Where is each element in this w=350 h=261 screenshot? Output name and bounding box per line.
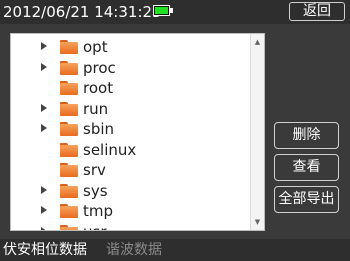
tab-voltage-current-phase[interactable]: 伏安相位数据 xyxy=(3,239,87,261)
folder-name: run xyxy=(83,99,109,118)
folder-name: tmp xyxy=(83,202,114,220)
file-list-item[interactable]: srv xyxy=(11,160,251,180)
folder-name: selinux xyxy=(83,140,137,159)
datetime-display: 2012/06/21 14:31:23 xyxy=(3,3,162,21)
battery-tip xyxy=(170,8,173,13)
expand-arrow-icon[interactable] xyxy=(41,206,47,214)
scroll-down-icon[interactable]: ▼ xyxy=(252,217,263,227)
expand-arrow-icon[interactable] xyxy=(41,124,47,132)
folder-icon xyxy=(60,60,78,75)
file-list: opt proc root run sbin selinux srv sys tmp usr xyxy=(11,34,250,230)
folder-name: usr xyxy=(83,222,107,231)
file-browser-panel[interactable]: opt proc root run sbin selinux srv sys tmp usr ▲ … xyxy=(10,33,265,231)
folder-name: sys xyxy=(83,181,108,200)
tab-harmonic[interactable]: 谐波数据 xyxy=(106,239,162,261)
top-bar: 2012/06/21 14:31:23 返回 xyxy=(0,0,350,24)
file-list-item[interactable]: selinux xyxy=(11,140,251,160)
folder-name: root xyxy=(83,79,114,97)
file-list-item[interactable]: usr xyxy=(11,222,251,231)
folder-icon xyxy=(60,81,78,95)
file-list-item[interactable]: run xyxy=(11,99,251,119)
folder-icon xyxy=(60,224,78,230)
expand-arrow-icon[interactable] xyxy=(41,62,47,71)
file-list-item[interactable]: opt xyxy=(11,37,251,57)
folder-icon xyxy=(60,204,78,218)
folder-name: srv xyxy=(83,161,106,179)
folder-icon xyxy=(60,101,78,116)
view-button[interactable]: 查看 xyxy=(274,154,339,181)
file-list-item[interactable]: sbin xyxy=(11,119,251,139)
delete-button[interactable]: 删除 xyxy=(274,122,339,149)
folder-icon xyxy=(60,163,78,177)
folder-name: proc xyxy=(83,58,116,77)
battery-icon xyxy=(153,5,173,16)
folder-name: opt xyxy=(83,38,108,56)
bottom-tab-bar: 伏安相位数据 谐波数据 xyxy=(0,239,350,261)
export-all-button[interactable]: 全部导出 xyxy=(274,186,339,213)
expand-arrow-icon[interactable] xyxy=(41,42,47,50)
folder-icon xyxy=(60,122,78,136)
folder-icon xyxy=(60,183,78,198)
file-list-item[interactable]: sys xyxy=(11,181,251,201)
folder-icon xyxy=(60,142,78,157)
file-list-item[interactable]: tmp xyxy=(11,201,251,221)
file-list-item[interactable]: root xyxy=(11,78,251,98)
battery-level xyxy=(155,7,168,14)
file-list-item[interactable]: proc xyxy=(11,58,251,78)
expand-arrow-icon[interactable] xyxy=(41,226,47,230)
folder-name: sbin xyxy=(83,120,115,138)
expand-arrow-icon[interactable] xyxy=(41,103,47,112)
back-button[interactable]: 返回 xyxy=(289,2,345,21)
folder-icon xyxy=(60,40,78,54)
scroll-up-icon[interactable]: ▲ xyxy=(252,37,263,47)
scrollbar[interactable]: ▲ ▼ xyxy=(250,34,264,230)
expand-arrow-icon[interactable] xyxy=(41,185,47,194)
